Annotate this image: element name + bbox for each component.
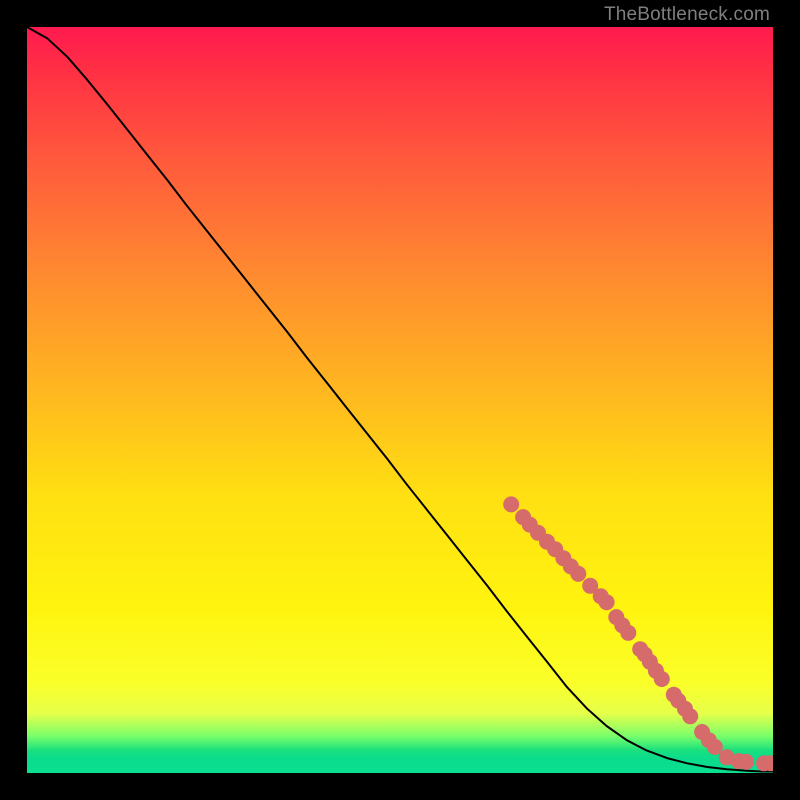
data-marker	[654, 671, 670, 687]
data-marker	[682, 708, 698, 724]
data-marker	[570, 566, 586, 582]
chart-overlay	[27, 27, 773, 773]
attribution-label: TheBottleneck.com	[604, 4, 770, 26]
markers-group	[503, 496, 773, 771]
data-marker	[503, 496, 519, 512]
data-marker	[738, 754, 754, 770]
data-marker	[599, 594, 615, 610]
data-marker	[620, 625, 636, 641]
plot-area	[27, 27, 773, 773]
chart-stage: TheBottleneck.com	[0, 0, 800, 800]
curve-line	[27, 27, 773, 772]
